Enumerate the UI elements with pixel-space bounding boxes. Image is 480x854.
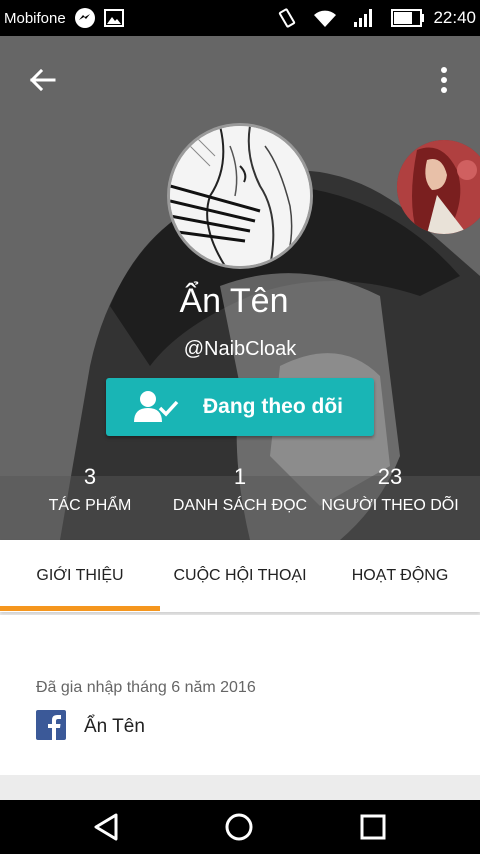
side-avatar-thumbnail[interactable] xyxy=(397,140,480,234)
profile-avatar[interactable] xyxy=(167,123,313,269)
profile-header: Ẩn Tên @NaibCloak Đang theo dõi 3 TÁC PH… xyxy=(0,36,480,540)
back-button[interactable] xyxy=(26,64,58,96)
image-icon xyxy=(103,9,124,27)
stat-followers-label: NGƯỜI THEO DÕI xyxy=(321,497,459,514)
wifi-icon xyxy=(313,8,337,28)
tab-activity[interactable]: HOẠT ĐỘNG xyxy=(320,540,480,612)
more-options-button[interactable] xyxy=(432,64,456,96)
stat-reading-lists-value: 1 xyxy=(233,464,247,489)
user-check-icon xyxy=(134,391,179,422)
nav-home-button[interactable] xyxy=(222,810,256,844)
tab-about[interactable]: GIỚI THIỆU xyxy=(0,540,160,612)
tab-about-label: GIỚI THIỆU xyxy=(36,567,124,584)
stat-works[interactable]: 3 TÁC PHẨM xyxy=(10,464,170,515)
tab-activity-label: HOẠT ĐỘNG xyxy=(351,567,449,584)
following-button[interactable]: Đang theo dõi xyxy=(106,378,374,436)
about-section: Đã gia nhập tháng 6 năm 2016 Ẩn Tên xyxy=(0,615,480,775)
nav-recents-button[interactable] xyxy=(356,810,390,844)
more-vert-icon xyxy=(441,67,447,93)
facebook-name[interactable]: Ẩn Tên xyxy=(84,716,145,738)
joined-date: Đã gia nhập tháng 6 năm 2016 xyxy=(36,679,256,696)
back-triangle-icon xyxy=(94,813,118,841)
side-avatar-art xyxy=(397,140,480,234)
arrow-left-icon xyxy=(29,68,56,92)
profile-tabs: GIỚI THIỆU CUỘC HỘI THOẠI HOẠT ĐỘNG xyxy=(0,540,480,612)
stat-works-value: 3 xyxy=(83,464,97,489)
status-bar: Mobifone 22:40 xyxy=(0,0,480,36)
tab-conversations-label: CUỘC HỘI THOẠI xyxy=(173,567,307,584)
stat-followers-value: 23 xyxy=(377,464,403,489)
recents-square-icon xyxy=(360,814,386,840)
profile-username: @NaibCloak xyxy=(183,338,297,360)
avatar-sketch-art xyxy=(170,126,310,266)
signal-icon xyxy=(353,8,375,28)
profile-display-name: Ẩn Tên xyxy=(179,282,289,320)
tab-conversations[interactable]: CUỘC HỘI THOẠI xyxy=(160,540,320,612)
home-circle-icon xyxy=(225,813,253,841)
messenger-icon xyxy=(74,7,96,29)
clock: 22:40 xyxy=(433,8,476,27)
stat-followers[interactable]: 23 NGƯỜI THEO DÕI xyxy=(310,464,470,515)
stat-works-label: TÁC PHẨM xyxy=(48,497,132,514)
carrier-name: Mobifone xyxy=(4,9,66,27)
system-nav-bar xyxy=(0,800,480,854)
active-tab-indicator xyxy=(0,606,160,611)
battery-icon xyxy=(391,9,425,27)
nav-back-button[interactable] xyxy=(90,810,124,844)
stat-reading-lists[interactable]: 1 DANH SÁCH ĐỌC xyxy=(160,464,320,515)
vibrate-icon xyxy=(277,8,297,28)
facebook-icon[interactable] xyxy=(36,710,66,740)
following-button-label: Đang theo dõi xyxy=(203,395,343,418)
stat-reading-lists-label: DANH SÁCH ĐỌC xyxy=(172,497,308,514)
